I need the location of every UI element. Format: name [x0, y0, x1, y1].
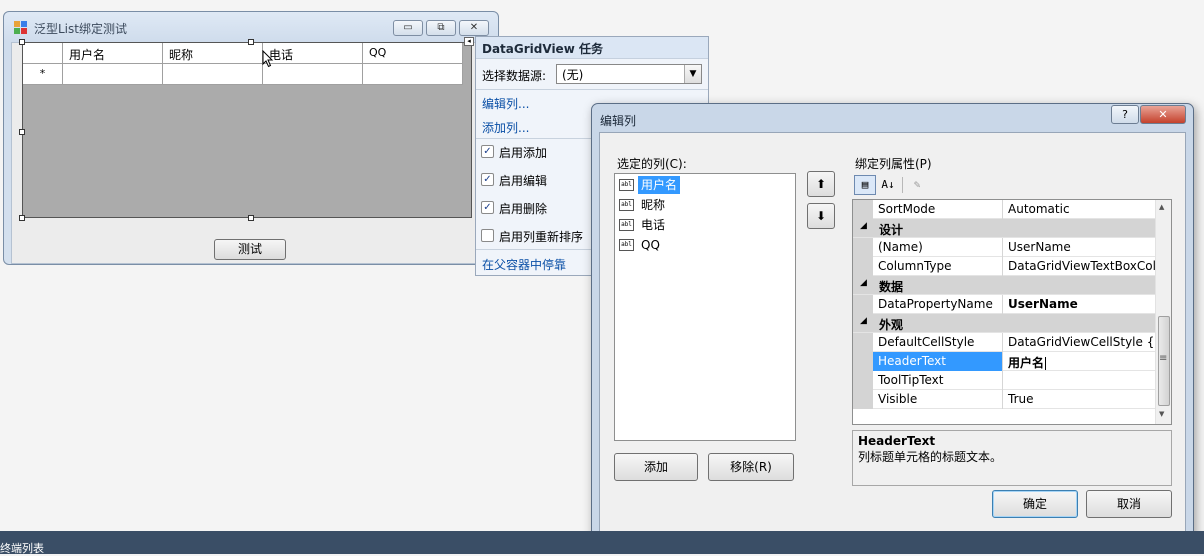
collapse-icon: ◂ — [467, 37, 471, 45]
collapse-triangle-icon[interactable]: ◢ — [860, 278, 867, 288]
form-icon — [14, 21, 28, 35]
textbox-column-icon: abl — [619, 219, 634, 231]
close-icon: ✕ — [469, 22, 479, 33]
help-description: 列标题单元格的标题文本。 — [858, 450, 1003, 464]
form-title: 泛型List绑定测试 — [34, 22, 127, 36]
dock-in-parent-link[interactable]: 在父容器中停靠 — [482, 256, 566, 273]
grid-column-header[interactable]: 昵称 — [163, 43, 263, 64]
maximize-button[interactable]: ⧉ — [426, 20, 456, 36]
enable-reorder-checkbox[interactable] — [481, 229, 494, 242]
property-row[interactable]: ColumnTypeDataGridViewTextBoxColumn — [853, 257, 1155, 276]
arrow-up-icon: ⬆ — [815, 177, 827, 191]
data-grid-view[interactable]: 用户名 昵称 电话 QQ * — [22, 42, 472, 218]
property-grid[interactable]: SortMode Automatic ◢ 设计 (Name) UserName Col… — [852, 199, 1172, 425]
grid-row-header[interactable]: * — [23, 64, 63, 85]
textbox-column-icon: abl — [619, 179, 634, 191]
divider — [476, 89, 708, 90]
maximize-icon: ⧉ — [437, 22, 445, 33]
property-row[interactable]: DataPropertyName UserName — [853, 295, 1155, 314]
move-up-button[interactable]: ⬆ — [807, 171, 835, 197]
edit-columns-link[interactable]: 编辑列... — [482, 95, 529, 112]
status-strip — [0, 531, 1204, 554]
arrow-down-icon: ⬇ — [815, 209, 827, 223]
add-button[interactable]: 添加 — [614, 453, 698, 481]
form-designer-window: 泛型List绑定测试 ▭ ⧉ ✕ 用户名 昵称 电话 QQ * 测试 — [3, 11, 499, 265]
grid-cell[interactable] — [63, 64, 163, 85]
grid-column-header[interactable]: 用户名 — [63, 43, 163, 64]
property-category[interactable]: ◢ 外观 — [853, 314, 1155, 333]
grid-cell[interactable] — [163, 64, 263, 85]
datasource-value: (无) — [562, 68, 584, 82]
property-row[interactable]: Visible True — [853, 390, 1155, 409]
smart-tag-glyph[interactable]: ◂ — [464, 37, 474, 46]
scroll-grip-icon: ≡ — [1159, 353, 1168, 364]
toolbar-divider — [902, 177, 903, 193]
enable-edit-checkbox[interactable]: ✓ — [481, 173, 494, 186]
property-row-selected[interactable]: HeaderText 用户名 — [853, 352, 1155, 371]
help-title: HeaderText — [858, 434, 936, 448]
test-button[interactable]: 测试 — [214, 239, 286, 260]
dialog-close-button[interactable]: ✕ — [1140, 105, 1186, 124]
dialog-title: 编辑列 — [600, 114, 637, 128]
grid-column-header[interactable]: 电话 — [263, 43, 363, 64]
grid-cell[interactable] — [363, 64, 463, 85]
ok-button[interactable]: 确定 — [992, 490, 1078, 518]
minimize-button[interactable]: ▭ — [393, 20, 423, 36]
enable-edit-label: 启用编辑 — [499, 174, 548, 188]
property-row[interactable]: (Name) UserName — [853, 238, 1155, 257]
property-category[interactable]: ◢ 设计 — [853, 219, 1155, 238]
grid-corner-cell[interactable] — [23, 43, 63, 64]
property-help-box: HeaderText 列标题单元格的标题文本。 — [852, 430, 1172, 486]
selected-columns-list[interactable]: abl 用户名 abl 昵称 abl 电话 abl QQ — [614, 173, 796, 441]
enable-add-label: 启用添加 — [499, 146, 548, 160]
close-icon: ✕ — [1158, 108, 1168, 121]
help-icon: ? — [1122, 108, 1128, 121]
dialog-client-area: 选定的列(C): abl 用户名 abl 昵称 abl 电话 abl QQ ⬆ … — [599, 132, 1186, 534]
scroll-down-icon[interactable]: ▼ — [1159, 410, 1164, 418]
enable-reorder-label: 启用列重新排序 — [499, 230, 584, 244]
property-row[interactable]: SortMode Automatic — [853, 200, 1155, 219]
header-text-value[interactable]: 用户名 — [1004, 352, 1155, 371]
collapse-triangle-icon[interactable]: ◢ — [860, 316, 867, 326]
textbox-column-icon: abl — [619, 239, 634, 251]
chevron-down-icon[interactable]: ▼ — [684, 65, 701, 83]
grid-cell[interactable] — [263, 64, 363, 85]
property-row[interactable]: DefaultCellStyle DataGridViewCellStyle { … — [853, 333, 1155, 352]
remove-button[interactable]: 移除(R) — [708, 453, 794, 481]
resize-handle[interactable] — [19, 129, 25, 135]
resize-handle[interactable] — [19, 39, 25, 45]
datasource-label: 选择数据源: — [482, 69, 547, 83]
selected-columns-label: 选定的列(C): — [617, 157, 687, 171]
enable-delete-label: 启用删除 — [499, 202, 548, 216]
categorized-icon[interactable]: ▤ — [854, 175, 876, 195]
resize-handle[interactable] — [248, 215, 254, 221]
grid-column-header[interactable]: QQ — [363, 43, 463, 64]
collapse-triangle-icon[interactable]: ◢ — [860, 221, 867, 231]
sort-alphabetical-icon[interactable]: A↓ — [877, 175, 899, 195]
property-grid-scrollbar[interactable]: ▲ ≡ ▼ — [1155, 200, 1171, 424]
text-caret — [1045, 357, 1047, 370]
enable-add-checkbox[interactable]: ✓ — [481, 145, 494, 158]
property-category[interactable]: ◢ 数据 — [853, 276, 1155, 295]
edit-columns-dialog: 编辑列 ? ✕ 选定的列(C): abl 用户名 abl 昵称 abl 电话 a… — [591, 103, 1194, 541]
cancel-button[interactable]: 取消 — [1086, 490, 1172, 518]
enable-delete-checkbox[interactable]: ✓ — [481, 201, 494, 214]
mouse-cursor-icon — [262, 50, 274, 68]
textbox-column-icon: abl — [619, 199, 634, 211]
scroll-up-icon[interactable]: ▲ — [1159, 203, 1164, 211]
tasks-title: DataGridView 任务 — [476, 37, 708, 59]
add-column-link[interactable]: 添加列... — [482, 119, 529, 136]
move-down-button[interactable]: ⬇ — [807, 203, 835, 229]
property-pages-icon[interactable]: ✎ — [906, 175, 928, 195]
minimize-icon: ▭ — [403, 22, 413, 33]
close-button[interactable]: ✕ — [459, 20, 489, 36]
datasource-select[interactable]: (无) ▼ — [556, 64, 702, 84]
resize-handle[interactable] — [19, 215, 25, 221]
property-row[interactable]: ToolTipText — [853, 371, 1155, 390]
resize-handle[interactable] — [248, 39, 254, 45]
help-button[interactable]: ? — [1111, 105, 1139, 124]
bound-column-properties-label: 绑定列属性(P) — [855, 157, 932, 171]
